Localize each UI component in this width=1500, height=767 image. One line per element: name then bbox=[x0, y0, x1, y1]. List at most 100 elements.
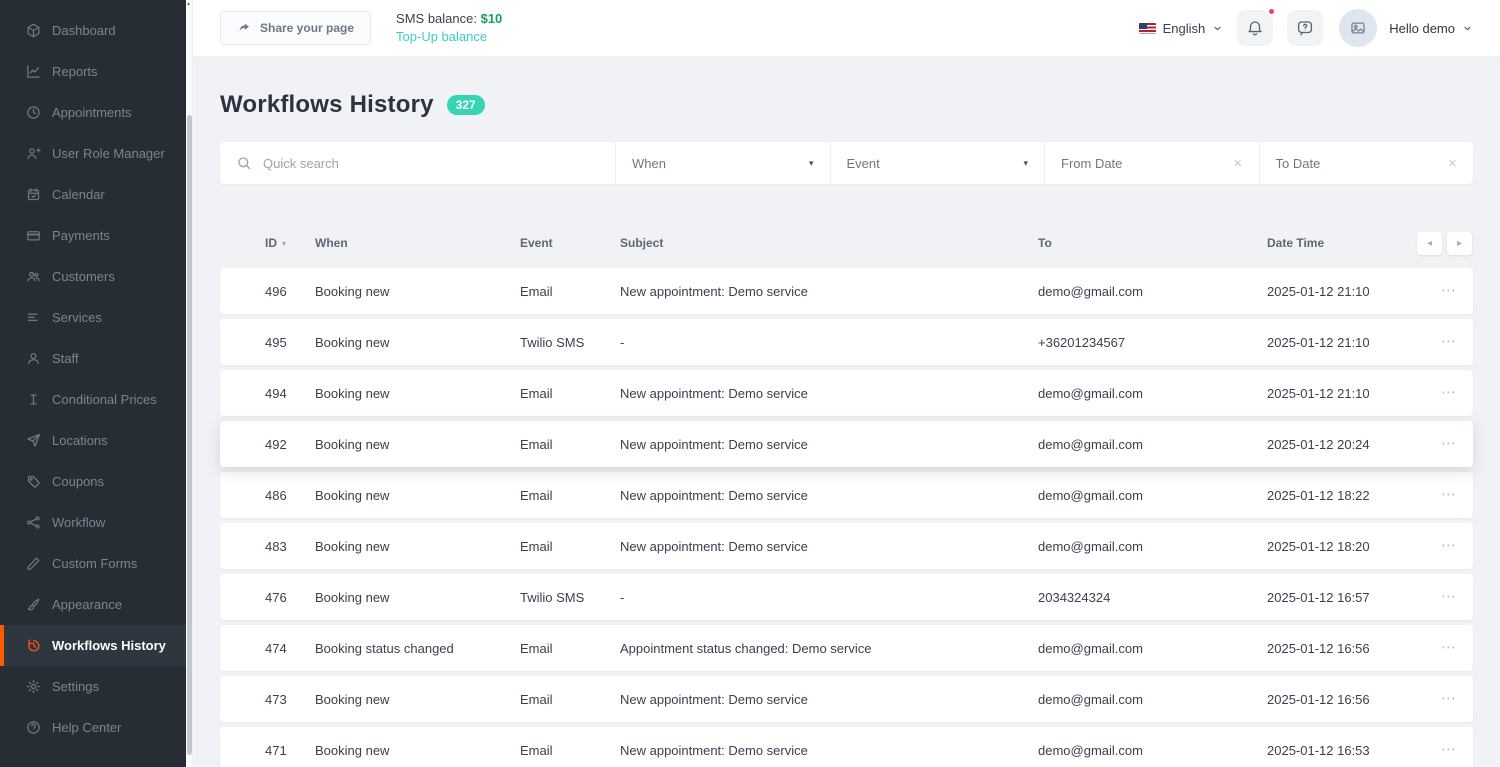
row-actions-button[interactable]: ⋯ bbox=[1441, 337, 1457, 347]
user-greeting[interactable]: Hello demo bbox=[1389, 21, 1455, 36]
sidebar-item-user-role-manager[interactable]: User Role Manager bbox=[0, 133, 186, 174]
scrollbar-up-arrow-icon[interactable]: ▴ bbox=[187, 1, 190, 7]
page-content: Workflows History 327 When ▾ Event ▾ bbox=[193, 57, 1500, 767]
table-row: 492 Booking new Email New appointment: D… bbox=[220, 421, 1473, 467]
table-row: 483 Booking new Email New appointment: D… bbox=[220, 523, 1473, 569]
help-button[interactable] bbox=[1287, 10, 1323, 46]
text-height-icon bbox=[26, 392, 41, 407]
share-your-page-button[interactable]: Share your page bbox=[220, 11, 371, 45]
page-title: Workflows History bbox=[220, 91, 434, 119]
cell-id: 486 bbox=[265, 488, 315, 503]
quick-search-field[interactable] bbox=[220, 142, 616, 184]
search-input[interactable] bbox=[263, 156, 599, 171]
sidebar-item-conditional-prices[interactable]: Conditional Prices bbox=[0, 379, 186, 420]
sidebar-item-custom-forms[interactable]: Custom Forms bbox=[0, 543, 186, 584]
language-selector[interactable]: English bbox=[1139, 21, 1224, 36]
bell-icon bbox=[1246, 19, 1264, 37]
topup-balance-link[interactable]: Top-Up balance bbox=[396, 28, 502, 46]
cell-to: demo@gmail.com bbox=[1038, 488, 1267, 503]
sidebar-scrollbar[interactable]: ▴ bbox=[186, 0, 193, 767]
cell-subject: New appointment: Demo service bbox=[620, 284, 1038, 299]
cell-id: 495 bbox=[265, 335, 315, 350]
clear-icon[interactable]: ✕ bbox=[1233, 157, 1242, 170]
user-plus-icon bbox=[26, 146, 41, 161]
sidebar-item-calendar[interactable]: Calendar bbox=[0, 174, 186, 215]
cell-to: +36201234567 bbox=[1038, 335, 1267, 350]
row-actions-button[interactable]: ⋯ bbox=[1441, 286, 1457, 296]
question-circle-icon bbox=[26, 720, 41, 735]
cell-event: Email bbox=[520, 488, 620, 503]
cell-when: Booking new bbox=[315, 437, 520, 452]
row-actions-button[interactable]: ⋯ bbox=[1441, 439, 1457, 449]
when-filter-label: When bbox=[632, 156, 666, 171]
cell-to: demo@gmail.com bbox=[1038, 641, 1267, 656]
row-actions-button[interactable]: ⋯ bbox=[1441, 541, 1457, 551]
sidebar-item-appearance[interactable]: Appearance bbox=[0, 584, 186, 625]
sidebar-item-payments[interactable]: Payments bbox=[0, 215, 186, 256]
table-body: 496 Booking new Email New appointment: D… bbox=[220, 268, 1473, 767]
sms-balance: SMS balance: $10 bbox=[396, 10, 502, 28]
event-filter-select[interactable]: Event ▾ bbox=[831, 142, 1046, 184]
cell-subject: - bbox=[620, 590, 1038, 605]
gear-icon bbox=[26, 679, 41, 694]
sidebar-item-services[interactable]: Services bbox=[0, 297, 186, 338]
clear-icon[interactable]: ✕ bbox=[1448, 157, 1457, 170]
sidebar-item-staff[interactable]: Staff bbox=[0, 338, 186, 379]
sidebar-item-label: Services bbox=[52, 310, 102, 325]
cell-when: Booking status changed bbox=[315, 641, 520, 656]
row-actions-button[interactable]: ⋯ bbox=[1441, 592, 1457, 602]
cell-event: Email bbox=[520, 743, 620, 758]
next-page-button[interactable]: ▸ bbox=[1447, 232, 1472, 255]
avatar[interactable] bbox=[1339, 9, 1377, 47]
user-menu-chevron-icon[interactable] bbox=[1462, 23, 1473, 34]
sidebar-item-coupons[interactable]: Coupons bbox=[0, 461, 186, 502]
cell-subject: New appointment: Demo service bbox=[620, 386, 1038, 401]
cell-datetime: 2025-01-12 16:53 bbox=[1267, 743, 1417, 758]
sidebar-item-label: Appearance bbox=[52, 597, 122, 612]
share-arrow-icon bbox=[237, 21, 251, 35]
notifications-button[interactable] bbox=[1237, 10, 1273, 46]
row-actions-button[interactable]: ⋯ bbox=[1441, 745, 1457, 755]
credit-card-icon bbox=[26, 228, 41, 243]
calendar-icon bbox=[26, 187, 41, 202]
cell-datetime: 2025-01-12 21:10 bbox=[1267, 335, 1417, 350]
sidebar-item-workflows-history[interactable]: Workflows History bbox=[0, 625, 186, 666]
cell-datetime: 2025-01-12 18:22 bbox=[1267, 488, 1417, 503]
scrollbar-thumb[interactable] bbox=[187, 115, 192, 755]
cell-id: 473 bbox=[265, 692, 315, 707]
row-actions-button[interactable]: ⋯ bbox=[1441, 490, 1457, 500]
row-actions-button[interactable]: ⋯ bbox=[1441, 643, 1457, 653]
when-filter-select[interactable]: When ▾ bbox=[616, 142, 831, 184]
to-date-field[interactable]: To Date ✕ bbox=[1260, 142, 1474, 184]
cell-subject: Appointment status changed: Demo service bbox=[620, 641, 1038, 656]
sidebar-item-settings[interactable]: Settings bbox=[0, 666, 186, 707]
sidebar-item-label: Payments bbox=[52, 228, 110, 243]
from-date-field[interactable]: From Date ✕ bbox=[1045, 142, 1260, 184]
pagination: ◂ ▸ bbox=[1417, 232, 1472, 255]
cell-subject: New appointment: Demo service bbox=[620, 743, 1038, 758]
image-placeholder-icon bbox=[1349, 19, 1367, 37]
sidebar-item-appointments[interactable]: Appointments bbox=[0, 92, 186, 133]
sidebar-item-reports[interactable]: Reports bbox=[0, 51, 186, 92]
sidebar-item-label: Dashboard bbox=[52, 23, 116, 38]
cell-datetime: 2025-01-12 20:24 bbox=[1267, 437, 1417, 452]
table-header: ID ▾ When Event Subject To Date Time ◂ ▸ bbox=[220, 224, 1473, 262]
cell-event: Twilio SMS bbox=[520, 335, 620, 350]
row-actions-button[interactable]: ⋯ bbox=[1441, 694, 1457, 704]
sidebar-item-label: Locations bbox=[52, 433, 108, 448]
pen-icon bbox=[26, 556, 41, 571]
sidebar-item-customers[interactable]: Customers bbox=[0, 256, 186, 297]
sidebar-item-workflow[interactable]: Workflow bbox=[0, 502, 186, 543]
cell-datetime: 2025-01-12 21:10 bbox=[1267, 284, 1417, 299]
column-header-id[interactable]: ID ▾ bbox=[265, 236, 315, 250]
cell-when: Booking new bbox=[315, 284, 520, 299]
cell-datetime: 2025-01-12 18:20 bbox=[1267, 539, 1417, 554]
row-actions-button[interactable]: ⋯ bbox=[1441, 388, 1457, 398]
share-button-label: Share your page bbox=[260, 21, 354, 35]
prev-page-button[interactable]: ◂ bbox=[1417, 232, 1442, 255]
table-row: 495 Booking new Twilio SMS - +3620123456… bbox=[220, 319, 1473, 365]
cell-event: Email bbox=[520, 692, 620, 707]
sidebar-item-locations[interactable]: Locations bbox=[0, 420, 186, 461]
sidebar-item-help-center[interactable]: Help Center bbox=[0, 707, 186, 748]
sidebar-item-dashboard[interactable]: Dashboard bbox=[0, 10, 186, 51]
